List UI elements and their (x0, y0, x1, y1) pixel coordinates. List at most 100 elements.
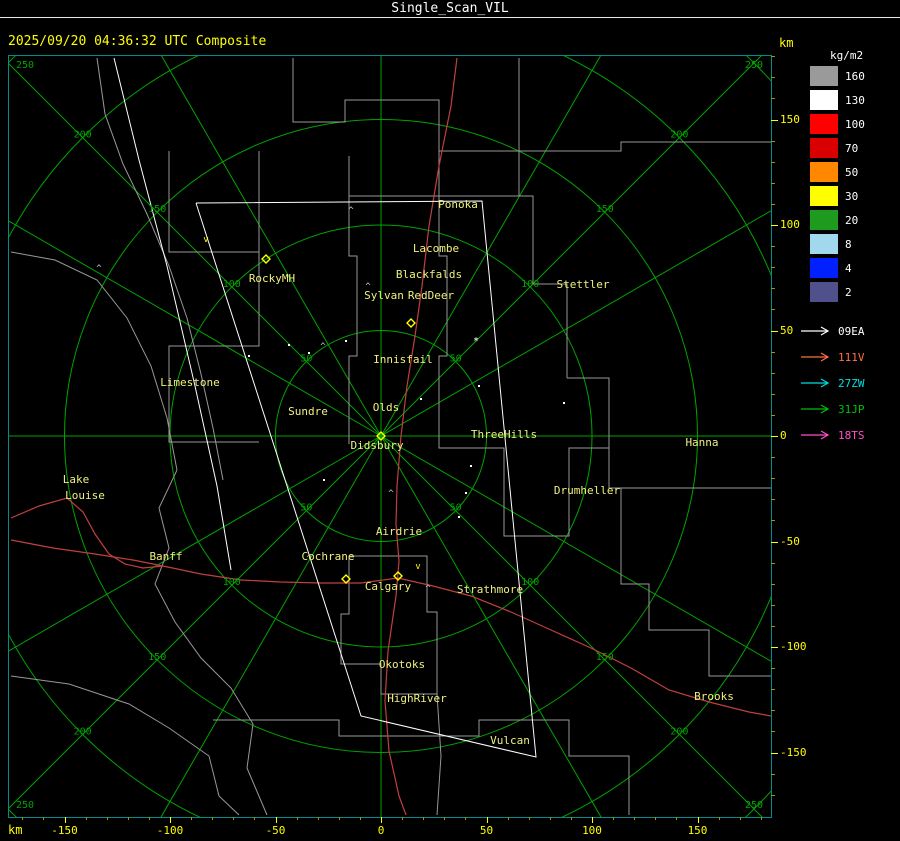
county-boundary (292, 58, 440, 151)
right-axis-minor-tick (771, 668, 775, 670)
right-axis-tick (771, 119, 778, 121)
asterisk-marker: * (473, 336, 479, 347)
echo-dot (308, 352, 310, 354)
right-axis-minor-tick (771, 625, 775, 627)
county-boundary (348, 156, 358, 444)
bottom-axis-minor-tick (106, 817, 108, 820)
window-titlebar: Single_Scan_VIL (0, 0, 900, 18)
radar-site-legend: 09EA 111V 27ZW 31JP 18TS (800, 318, 865, 448)
bottom-axis-minor-tick (634, 817, 636, 820)
right-axis-minor-tick (771, 457, 775, 459)
city-label: Drumheller (554, 484, 621, 497)
bottom-axis-tick (275, 817, 277, 823)
right-axis-tick-label: 100 (780, 218, 800, 231)
right-axis-tick-label: -100 (780, 640, 807, 653)
bottom-axis-minor-tick (739, 817, 741, 820)
county-boundary (436, 693, 442, 816)
range-label: 250 (745, 800, 763, 811)
right-axis-tick (771, 647, 778, 648)
range-label: 250 (16, 800, 34, 811)
colorbar-value-label: 160 (845, 69, 865, 83)
bottom-axis-tick (64, 817, 66, 823)
echo-dot (288, 344, 290, 346)
colorbar-value-label: 70 (845, 141, 859, 155)
right-axis-minor-tick (771, 710, 775, 712)
right-axis-tick (771, 541, 778, 543)
right-axis-tick (771, 752, 778, 754)
range-label: 100 (223, 279, 241, 290)
city-label: Cochrane (302, 550, 355, 563)
right-axis-tick (771, 330, 778, 332)
right-axis-minor-tick (771, 203, 775, 205)
range-label: 100 (521, 279, 539, 290)
city-label: Stettler (557, 278, 610, 291)
radar-map-canvas[interactable]: 50 50 50 50 100 100 100 100 150 150 150 150 200 200 20… (8, 55, 772, 818)
right-axis-minor-tick (771, 161, 775, 163)
colorbar-value-label: 4 (845, 261, 852, 275)
echo-dot (465, 492, 467, 494)
v-marker: v (203, 235, 208, 245)
bottom-axis-minor-tick (191, 817, 193, 820)
caret-marker: ^ (425, 584, 431, 594)
echo-dot (458, 516, 460, 518)
echo-dot (563, 402, 565, 404)
colorbar-value-label: 130 (845, 93, 865, 107)
city-label: Strathmore (457, 583, 523, 596)
right-axis-minor-tick (771, 794, 775, 796)
bottom-axis-minor-tick (760, 817, 762, 820)
range-label: 250 (16, 60, 34, 71)
bottom-axis-minor-tick (43, 817, 45, 820)
city-label: RedDeer (408, 289, 455, 302)
right-axis-tick-label: -50 (780, 534, 800, 548)
bottom-axis-tick-label: 50 (479, 824, 494, 837)
city-label: RockyMH (249, 272, 295, 285)
city-label: Ponoka (438, 198, 478, 211)
right-axis-minor-tick (771, 182, 775, 184)
right-axis-minor-tick (771, 372, 775, 374)
range-label: 200 (670, 726, 688, 737)
right-axis-minor-tick (771, 246, 775, 248)
colorbar-swatch (810, 210, 838, 230)
bottom-axis-minor-tick (359, 817, 361, 820)
right-axis-minor-tick (771, 562, 775, 564)
radar-site-id: 18TS (838, 428, 865, 442)
right-axis-minor-tick (771, 773, 775, 775)
county-boundary (96, 57, 224, 481)
right-axis-minor-tick (771, 520, 775, 522)
app-window: Single_Scan_VIL 2025/09/20 04:36:32 UTC … (0, 0, 900, 841)
window-title: Single_Scan_VIL (391, 1, 509, 16)
bottom-axis-minor-tick (233, 817, 235, 820)
bottom-axis-tick (697, 817, 699, 823)
right-axis-minor-tick (771, 583, 775, 585)
bottom-axis-minor-tick (718, 817, 720, 820)
bottom-axis-tick-label: -50 (265, 824, 286, 837)
radar-site-arrow-icon (801, 326, 830, 336)
bottom-axis-minor-tick (85, 817, 87, 820)
radial-line (380, 435, 602, 817)
right-axis-unit-label: km (779, 36, 794, 50)
right-axis-tick-label: 150 (780, 112, 800, 126)
radial-line (9, 220, 382, 437)
radar-site-row: 27ZW (800, 370, 865, 396)
radar-site-id: 27ZW (838, 376, 865, 390)
right-axis-minor-tick (771, 393, 775, 395)
range-label: 50 (450, 503, 462, 514)
range-label: 150 (148, 652, 166, 663)
v-marker: v (415, 562, 420, 572)
city-label: Vulcan (490, 734, 530, 747)
bottom-axis-minor-tick (444, 817, 446, 820)
colorbar-value-label: 50 (845, 165, 859, 179)
city-label: Louise (65, 489, 105, 502)
scan-timestamp: 2025/09/20 04:36:32 UTC Composite (8, 34, 267, 49)
radar-site-row: 31JP (800, 396, 865, 422)
caret-marker: ^ (320, 342, 326, 352)
city-label: Lacombe (413, 242, 459, 255)
right-axis-tick-label: -150 (780, 745, 807, 759)
city-label: Limestone (160, 376, 220, 389)
radar-site-arrow-icon (801, 352, 830, 362)
range-label: 100 (223, 577, 241, 588)
city-label: ThreeHills (471, 428, 537, 441)
bottom-axis-minor-tick (254, 817, 256, 820)
city-label: Banff (149, 550, 182, 563)
range-label: 150 (148, 204, 166, 215)
